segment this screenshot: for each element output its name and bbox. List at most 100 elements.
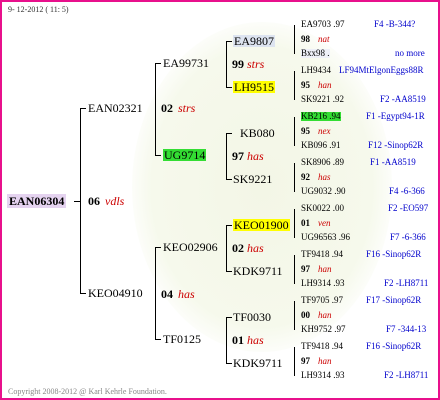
connector (294, 301, 295, 330)
gen2-id-1[interactable]: UG9714 (163, 149, 207, 161)
connector (226, 225, 232, 226)
connector (226, 271, 232, 272)
gen4-bot-1[interactable]: SK9221 .92 (301, 95, 344, 104)
gen2-num-1: 97 (232, 149, 244, 163)
gen4-topinfo-6: F17 -Sinop62R (366, 295, 422, 305)
date-stamp: 9- 12-2012 ( 11: 5) (8, 5, 69, 14)
gen4-botinfo-0: no more (395, 48, 425, 58)
gen4-botinfo-6: F7 -344-13 (386, 324, 427, 334)
connector (226, 179, 232, 180)
connector (155, 339, 161, 340)
connector (80, 108, 86, 109)
gen3-id-3[interactable]: SK9221 (233, 173, 272, 185)
gen4-botinfo-4: F7 -6-366 (390, 232, 426, 242)
gen4-top-4[interactable]: SK0022 .00 (301, 204, 344, 213)
pedigree-frame: 9- 12-2012 ( 11: 5) EAN06304 06 vdls EAN… (0, 0, 440, 400)
root-queen-suffix: vdls (105, 194, 125, 208)
gen1-num-0: 02 (161, 101, 173, 115)
gen1-suffix-0: strs (178, 101, 196, 115)
gen4-midnum-6: 00 (301, 310, 310, 320)
gen4-topinfo-7: F16 -Sinop62R (366, 341, 422, 351)
gen4-botinfo-7: F2 -LH8711 (384, 370, 429, 380)
connector (294, 163, 295, 192)
connector (226, 317, 227, 364)
gen3-id-1[interactable]: LH9515 (233, 81, 275, 93)
copyright-footer: Copyright 2008-2012 @ Karl Kehrle Founda… (8, 387, 167, 396)
gen2-suffix-0: strs (247, 57, 265, 71)
gen3-id-0[interactable]: EA9807 (233, 35, 275, 47)
gen4-bot-7[interactable]: LH9314 .93 (301, 371, 345, 380)
gen4-top-5[interactable]: TF9418 .94 (301, 250, 343, 259)
gen2-id-2[interactable]: KEO02906 (163, 241, 218, 253)
gen4-botinfo-1: F2 -AA8519 (380, 94, 426, 104)
gen2-suffix-3: has (247, 333, 264, 347)
gen3-id-5[interactable]: KDK9711 (233, 265, 283, 277)
gen4-midnum-4: 01 (301, 218, 310, 228)
gen4-midsuf-1: han (318, 80, 332, 90)
gen4-top-2[interactable]: KB216 .94 (301, 112, 341, 121)
gen1-num-1: 04 (161, 287, 173, 301)
gen4-midsuf-0: nat (318, 34, 330, 44)
connector (294, 117, 295, 146)
gen4-top-0[interactable]: EA9703 .97 (301, 20, 345, 29)
connector-gen2-a (155, 63, 156, 156)
gen4-bot-4[interactable]: UG96563 .96 (301, 233, 350, 242)
connector (226, 41, 232, 42)
gen2-id-0[interactable]: EA99731 (163, 57, 209, 69)
gen4-midnum-2: 95 (301, 126, 310, 136)
gen4-midsuf-7: han (318, 356, 332, 366)
connector (226, 317, 232, 318)
gen4-bot-6[interactable]: KH9752 .97 (301, 325, 346, 334)
gen4-top-3[interactable]: SK8906 .89 (301, 158, 344, 167)
connector (226, 225, 227, 272)
gen1-suffix-1: has (178, 287, 195, 301)
gen3-id-4[interactable]: KEO01900 (233, 219, 290, 231)
gen4-bot-5[interactable]: LH9314 .93 (301, 279, 345, 288)
connector-gen2-b (155, 247, 156, 340)
connector (226, 87, 232, 88)
gen4-botinfo-3: F4 -6-366 (389, 186, 425, 196)
connector (294, 71, 295, 100)
gen3-id-2[interactable]: KB080 (240, 127, 275, 139)
gen4-topinfo-1: LF94MtElgonEggs88R (339, 65, 424, 75)
gen2-id-3[interactable]: TF0125 (163, 333, 201, 345)
gen4-botinfo-2: F12 -Sinop62R (368, 140, 424, 150)
connector (294, 25, 295, 54)
gen4-midsuf-3: has (318, 172, 331, 182)
gen2-num-2: 02 (232, 241, 244, 255)
gen4-topinfo-4: F2 -EO597 (388, 203, 429, 213)
gen4-top-6[interactable]: TF9705 .97 (301, 296, 343, 305)
gen4-midnum-3: 92 (301, 172, 310, 182)
connector (155, 63, 161, 64)
connector (226, 41, 227, 88)
gen4-topinfo-5: F16 -Sinop62R (366, 249, 422, 259)
gen4-top-1[interactable]: LH9434 (301, 66, 331, 75)
gen4-bot-2[interactable]: KB096 .91 (301, 141, 341, 150)
connector (226, 133, 227, 180)
root-queen-id[interactable]: EAN06304 (7, 194, 67, 208)
gen4-topinfo-3: F1 -AA8519 (370, 157, 416, 167)
gen4-midsuf-2: nex (318, 126, 331, 136)
gen3-id-7[interactable]: KDK9711 (233, 357, 283, 369)
connector (80, 293, 86, 294)
connector (226, 133, 232, 134)
connector (155, 155, 161, 156)
connector (294, 255, 295, 284)
gen4-bot-3[interactable]: UG9032 .90 (301, 187, 346, 196)
gen4-midsuf-4: ven (318, 218, 331, 228)
gen4-topinfo-2: F1 -Egypt94-1R (366, 111, 425, 121)
connector-root (74, 201, 81, 202)
gen2-suffix-1: has (247, 149, 264, 163)
gen2-num-0: 99 (232, 57, 244, 71)
gen4-top-7[interactable]: TF9418 .94 (301, 342, 343, 351)
gen2-suffix-2: has (247, 241, 264, 255)
gen1-id-0[interactable]: EAN02321 (88, 102, 143, 114)
connector (294, 347, 295, 376)
root-queen-num: 06 (88, 194, 100, 208)
gen1-id-1[interactable]: KEO04910 (88, 287, 143, 299)
gen4-midnum-7: 97 (301, 356, 310, 366)
gen4-botinfo-5: F2 -LH8711 (384, 278, 429, 288)
connector (294, 209, 295, 238)
gen4-bot-0[interactable]: Bxx98 . (301, 49, 330, 58)
gen3-id-6[interactable]: TF0030 (233, 311, 271, 323)
